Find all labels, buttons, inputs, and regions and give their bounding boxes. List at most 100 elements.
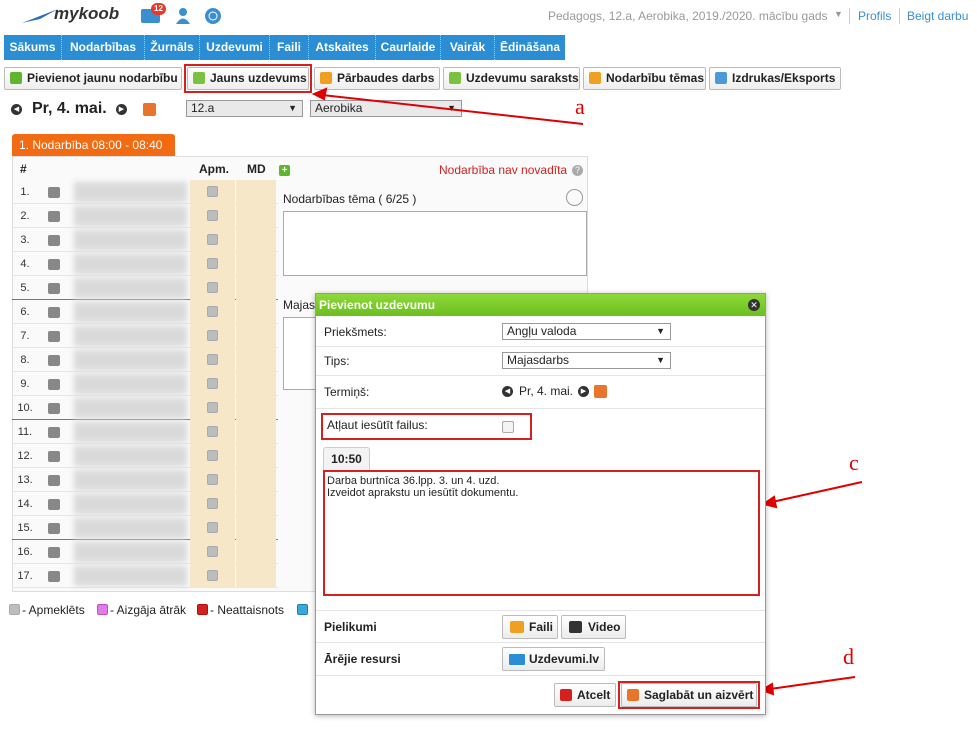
cancel-button[interactable]: Atcelt (554, 683, 616, 707)
md-cell[interactable] (236, 300, 276, 324)
attendance-checkbox[interactable] (207, 186, 218, 197)
attendance-checkbox[interactable] (207, 522, 218, 533)
attendance-checkbox[interactable] (207, 402, 218, 413)
md-cell[interactable] (236, 420, 276, 444)
col-md-header: MD (247, 162, 266, 176)
subject-dropdown[interactable]: Angļu valoda ▼ (502, 323, 671, 340)
add-note-icon[interactable] (48, 211, 60, 222)
attendance-checkbox[interactable] (207, 354, 218, 365)
attendance-checkbox[interactable] (207, 546, 218, 557)
cross-red-icon (197, 604, 208, 615)
md-cell[interactable] (236, 564, 276, 588)
add-note-icon[interactable] (48, 307, 60, 318)
row-number: 12. (17, 450, 33, 462)
add-note-icon[interactable] (48, 403, 60, 414)
next-due-icon[interactable]: ▶ (578, 386, 589, 397)
close-icon[interactable]: ✕ (748, 299, 760, 311)
uzdevumi-button[interactable]: Uzdevumi.lv (502, 647, 605, 671)
subject-row: Priekšmets: Angļu valoda ▼ (316, 318, 765, 347)
student-name-blurred (74, 422, 187, 442)
add-note-icon[interactable] (48, 475, 60, 486)
md-cell[interactable] (236, 516, 276, 540)
md-cell[interactable] (236, 444, 276, 468)
attendance-checkbox[interactable] (207, 306, 218, 317)
add-column-icon[interactable]: + (279, 165, 290, 176)
calendar-icon[interactable] (594, 385, 607, 398)
uzdevumi-button-label: Uzdevumi.lv (529, 652, 600, 666)
attendance-checkbox[interactable] (207, 258, 218, 269)
attendance-checkbox[interactable] (207, 474, 218, 485)
md-cell[interactable] (236, 348, 276, 372)
md-cell[interactable] (236, 228, 276, 252)
add-note-icon[interactable] (48, 259, 60, 270)
add-note-icon[interactable] (48, 379, 60, 390)
topic-textarea[interactable] (283, 211, 587, 276)
files-button[interactable]: Faili (502, 615, 558, 639)
allow-files-checkbox[interactable] (502, 421, 514, 433)
md-cell[interactable] (236, 540, 276, 564)
due-row: Termiņš: ◀ Pr, 4. mai. ▶ (316, 376, 765, 409)
row-number: 10. (17, 402, 33, 414)
md-cell[interactable] (236, 372, 276, 396)
md-cell[interactable] (236, 180, 276, 204)
add-note-icon[interactable] (48, 499, 60, 510)
save-icon (627, 689, 639, 701)
md-cell[interactable] (236, 324, 276, 348)
legend-blue-icon (297, 604, 308, 615)
homework-textarea[interactable] (283, 317, 317, 390)
add-note-icon[interactable] (48, 283, 60, 294)
add-note-icon[interactable] (48, 355, 60, 366)
save-close-button[interactable]: Saglabāt un aizvērt (621, 683, 757, 707)
row-number: 13. (17, 474, 33, 486)
legend-left-early: - Aizgāja ātrāk (110, 603, 187, 617)
annotation-label-a: a (575, 94, 585, 119)
attendance-checkbox[interactable] (207, 234, 218, 245)
add-note-icon[interactable] (48, 235, 60, 246)
prev-due-icon[interactable]: ◀ (502, 386, 513, 397)
add-note-icon[interactable] (48, 523, 60, 534)
modal-header: Pievienot uzdevumu (316, 294, 765, 316)
attendance-checkbox[interactable] (207, 426, 218, 437)
student-name-blurred (74, 182, 187, 202)
add-note-icon[interactable] (48, 187, 60, 198)
add-note-icon[interactable] (48, 547, 60, 558)
help-icon[interactable]: ? (572, 165, 583, 176)
attendance-checkbox[interactable] (207, 330, 218, 341)
md-cell[interactable] (236, 276, 276, 300)
row-number: 8. (20, 354, 30, 366)
task-textarea[interactable]: Darba burtnīca 36.lpp. 3. un 4. uzd. Izv… (323, 470, 760, 596)
md-cell[interactable] (236, 468, 276, 492)
student-name-blurred (74, 206, 187, 226)
md-cell[interactable] (236, 396, 276, 420)
row-number: 14. (17, 498, 33, 510)
row-number: 9. (20, 378, 30, 390)
video-button[interactable]: Video (561, 615, 626, 639)
student-name-blurred (74, 470, 187, 490)
time-tab[interactable]: 10:50 (323, 447, 370, 470)
md-cell[interactable] (236, 492, 276, 516)
attachments-row: Pielikumi Faili Video (316, 610, 765, 643)
type-dropdown[interactable]: Majasdarbs ▼ (502, 352, 671, 369)
add-note-icon[interactable] (48, 571, 60, 582)
student-name-blurred (74, 446, 187, 466)
cancel-button-label: Atcelt (577, 688, 611, 702)
md-cell[interactable] (236, 204, 276, 228)
external-row: Ārējie resursi Uzdevumi.lv (316, 643, 765, 676)
smiley-icon[interactable] (566, 189, 583, 206)
legend-unexcused: - Neattaisnots (210, 603, 285, 617)
student-name-blurred (74, 230, 187, 250)
md-cell[interactable] (236, 252, 276, 276)
attendance-checkbox[interactable] (207, 450, 218, 461)
add-note-icon[interactable] (48, 451, 60, 462)
files-button-label: Faili (529, 620, 554, 634)
attendance-checkbox[interactable] (207, 282, 218, 293)
attendance-checkbox[interactable] (207, 570, 218, 581)
attendance-checkbox[interactable] (207, 498, 218, 509)
due-value: Pr, 4. mai. (519, 384, 574, 398)
add-note-icon[interactable] (48, 427, 60, 438)
check-pink-icon (97, 604, 108, 615)
lesson-tab[interactable]: 1. Nodarbība 08:00 - 08:40 (12, 134, 175, 156)
attendance-checkbox[interactable] (207, 210, 218, 221)
attendance-checkbox[interactable] (207, 378, 218, 389)
add-note-icon[interactable] (48, 331, 60, 342)
